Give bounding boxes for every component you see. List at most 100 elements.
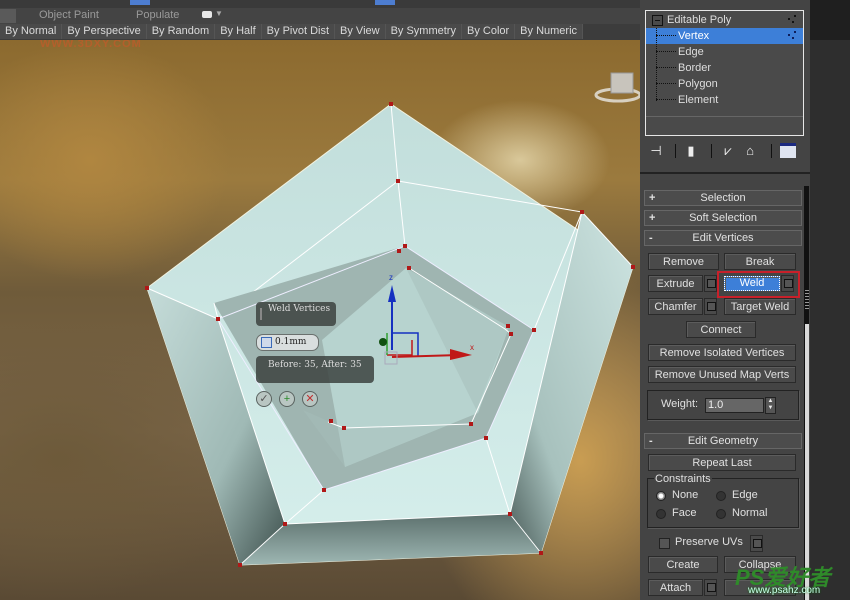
subtab-by-numeric[interactable]: By Numeric	[515, 24, 584, 39]
toolbar-active-button[interactable]	[375, 0, 395, 5]
constraint-face-label: Face	[672, 507, 697, 519]
modifier-stack[interactable]: Editable Poly Vertex Edge Border Polygon…	[645, 10, 804, 136]
preserve-uvs-label: Preserve UVs	[675, 536, 743, 548]
constraint-normal-label: Normal	[732, 507, 768, 519]
constraint-none-label: None	[672, 489, 699, 501]
repeat-last-button[interactable]: Repeat Last	[648, 454, 796, 471]
stack-item-edge[interactable]: Edge	[646, 44, 803, 60]
constraint-edge-radio[interactable]	[716, 491, 726, 501]
configure-modifier-sets-icon[interactable]	[780, 143, 796, 158]
caddy-title: Weld Vertices	[268, 304, 331, 314]
stack-item-vertex[interactable]: Vertex	[646, 28, 803, 44]
ribbon-options-icon[interactable]	[202, 11, 212, 18]
panel-divider	[640, 172, 810, 174]
stack-item-element[interactable]: Element	[646, 92, 803, 108]
viewcube[interactable]	[593, 70, 640, 110]
remove-isolated-vertices-button[interactable]: Remove Isolated Vertices	[648, 344, 796, 361]
attach-settings-button[interactable]	[704, 579, 717, 596]
rollout-selection[interactable]: + Selection	[644, 190, 802, 206]
constraint-edge-label: Edge	[732, 489, 758, 501]
gizmo-x-label: x	[470, 343, 474, 352]
stack-divider	[646, 116, 803, 117]
scrollbar-thumb[interactable]	[805, 324, 809, 600]
toolbar-separator	[771, 144, 772, 158]
subtab-by-symmetry[interactable]: By Symmetry	[385, 24, 462, 39]
caddy-drag-handle[interactable]	[260, 308, 262, 320]
subtab-by-view[interactable]: By View	[335, 24, 386, 39]
attach-button[interactable]: Attach	[648, 579, 703, 596]
weld-threshold-value[interactable]: 0.1mm	[275, 335, 306, 350]
rollout-soft-selection[interactable]: + Soft Selection	[644, 210, 802, 226]
plus-icon[interactable]: +	[279, 391, 295, 407]
stack-toolbar: ⊣ ▮ ⩗ ⌂	[640, 141, 810, 163]
tab-object-paint[interactable]: Object Paint	[39, 9, 99, 21]
chamfer-button[interactable]: Chamfer	[648, 298, 703, 315]
break-button[interactable]: Break	[724, 253, 796, 270]
chevron-down-icon[interactable]: ▼	[215, 9, 223, 18]
weld-threshold-field[interactable]: 0.1mm	[256, 334, 319, 351]
vertex-subobject-icon	[788, 15, 796, 23]
constraint-face-radio[interactable]	[656, 509, 666, 519]
tab-populate[interactable]: Populate	[136, 9, 179, 21]
stack-item-editable-poly[interactable]: Editable Poly	[646, 12, 803, 28]
caddy-status-box: Before: 35, After: 35	[256, 356, 374, 383]
stack-item-polygon[interactable]: Polygon	[646, 76, 803, 92]
weight-spinner[interactable]: ▲ ▼	[765, 397, 776, 414]
pin-stack-icon[interactable]: ⊣	[648, 143, 664, 159]
preserve-uvs-settings-button[interactable]	[750, 535, 763, 552]
tree-connector	[656, 99, 676, 100]
subtab-by-normal[interactable]: By Normal	[0, 24, 63, 39]
target-weld-button[interactable]: Target Weld	[724, 298, 796, 315]
caddy-title-box[interactable]: Weld Vertices	[256, 302, 336, 326]
connect-button[interactable]: Connect	[686, 321, 756, 338]
show-end-result-icon[interactable]: ▮	[683, 143, 699, 159]
toolbar-active-button[interactable]	[130, 0, 150, 5]
tree-vertical-line	[656, 28, 657, 101]
ribbon-tabs: Object Paint Populate ▼	[0, 8, 640, 24]
rollout-edit-geometry[interactable]: - Edit Geometry	[644, 433, 802, 449]
toolbar-separator	[711, 144, 712, 158]
scrollbar-grip[interactable]	[805, 290, 809, 310]
toolbar-separator	[675, 144, 676, 158]
weight-input[interactable]: 1.0	[705, 398, 764, 413]
tree-connector	[656, 67, 676, 68]
right-dock	[810, 0, 850, 600]
preserve-uvs-checkbox[interactable]	[659, 538, 670, 549]
tree-connector	[656, 35, 676, 36]
caddy-status: Before: 35, After: 35	[268, 360, 362, 370]
extrude-button[interactable]: Extrude	[648, 275, 703, 292]
main-toolbar-strip	[0, 0, 686, 8]
create-button[interactable]: Create	[648, 556, 718, 573]
weight-label: Weight:	[661, 398, 699, 410]
subtab-by-perspective[interactable]: By Perspective	[62, 24, 147, 39]
tree-connector	[656, 83, 676, 84]
subtab-by-pivot-dist[interactable]: By Pivot Dist	[261, 24, 336, 39]
x-icon[interactable]: ✕	[302, 391, 318, 407]
constraint-normal-radio[interactable]	[716, 509, 726, 519]
subtab-by-half[interactable]: By Half	[215, 24, 262, 39]
ribbon-tab-modeling[interactable]	[0, 9, 16, 23]
constraints-label: Constraints	[654, 473, 712, 485]
check-icon[interactable]: ✓	[256, 391, 272, 407]
remove-unused-map-verts-button[interactable]: Remove Unused Map Verts	[648, 366, 796, 383]
gizmo-y-axis[interactable]	[379, 338, 387, 346]
constraints-group	[647, 478, 799, 528]
weld-highlight-box	[717, 271, 800, 298]
collapse-icon[interactable]	[652, 15, 663, 26]
watermark-site: www.psahz.com	[748, 585, 821, 596]
gizmo-z-label: z	[389, 273, 393, 282]
viewcube-cube[interactable]	[610, 72, 634, 94]
subtab-by-random[interactable]: By Random	[146, 24, 216, 39]
vertex-subobject-icon	[788, 31, 796, 39]
make-unique-icon[interactable]: ⩗	[720, 143, 736, 159]
subtab-by-color[interactable]: By Color	[461, 24, 516, 39]
stack-item-border[interactable]: Border	[646, 60, 803, 76]
extrude-settings-button[interactable]	[704, 275, 717, 292]
chamfer-settings-button[interactable]	[704, 298, 717, 315]
rollout-edit-vertices[interactable]: - Edit Vertices	[644, 230, 802, 246]
remove-modifier-icon[interactable]: ⌂	[742, 143, 758, 159]
remove-button[interactable]: Remove	[648, 253, 719, 270]
selection-subtabs: By Normal By Perspective By Random By Ha…	[0, 24, 640, 40]
tree-connector	[656, 51, 676, 52]
constraint-none-radio[interactable]	[656, 491, 666, 501]
